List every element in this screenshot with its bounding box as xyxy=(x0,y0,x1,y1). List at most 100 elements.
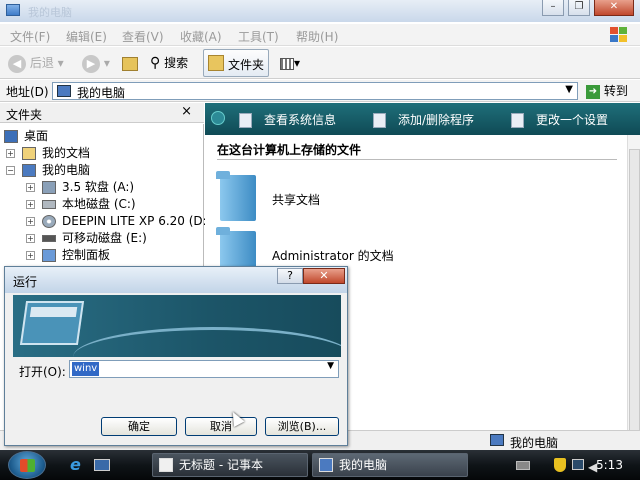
menu-favorites[interactable]: 收藏(A) xyxy=(180,28,222,45)
go-arrow-icon: ➜ xyxy=(586,84,600,99)
tree-item-cd-drive[interactable]: + DEEPIN LITE XP 6.20 (D: xyxy=(26,213,207,230)
section-title: 在这台计算机上存储的文件 xyxy=(217,143,362,157)
menu-file[interactable]: 文件(F) xyxy=(10,28,50,45)
tree-item-my-documents[interactable]: + 我的文档 xyxy=(6,145,90,162)
floppy-icon xyxy=(42,181,56,194)
task-label: 查看系统信息 xyxy=(264,113,337,127)
tree-label: 本地磁盘 (C:) xyxy=(62,197,136,211)
help-button[interactable]: ? xyxy=(277,268,303,284)
folders-pane-title: 文件夹 xyxy=(6,108,43,122)
folder-tree: 桌面 + 我的文档 − 我的电脑 + 3.5 软盘 (A:) + 本地磁盘 (C… xyxy=(0,124,207,270)
window-graphic-icon xyxy=(19,301,85,345)
back-button[interactable]: ◀ 后退 ▾ xyxy=(8,51,64,75)
tree-label: DEEPIN LITE XP 6.20 (D: xyxy=(62,214,207,228)
tree-item-local-disk[interactable]: + 本地磁盘 (C:) xyxy=(26,196,136,213)
task-toolbar: 查看系统信息 添加/删除程序 更改一个设置 xyxy=(205,103,640,135)
tree-item-control-panel[interactable]: + 控制面板 xyxy=(26,247,110,264)
folders-button[interactable]: 文件夹 xyxy=(203,49,269,77)
run-dialog-title: 运行 xyxy=(13,275,38,289)
dropdown-arrow-icon[interactable]: ▼ xyxy=(327,361,334,371)
taskbar-item-notepad[interactable]: 无标题 - 记事本 xyxy=(152,453,308,477)
folders-icon xyxy=(208,55,224,71)
clock[interactable]: 5:13 xyxy=(596,458,623,472)
address-dropdown-icon[interactable]: ▼ xyxy=(565,84,573,95)
show-desktop-icon[interactable] xyxy=(94,459,110,471)
up-folder-button[interactable] xyxy=(122,51,140,75)
go-button[interactable]: ➜ 转到 xyxy=(586,82,636,100)
view-system-info-link[interactable]: 查看系统信息 xyxy=(239,111,336,128)
maximize-button[interactable]: ❐ xyxy=(568,0,590,16)
control-panel-icon xyxy=(42,249,56,262)
computer-icon xyxy=(6,4,20,16)
menu-tools[interactable]: 工具(T) xyxy=(238,28,279,45)
menu-bar: 文件(F) 编辑(E) 查看(V) 收藏(A) 工具(T) 帮助(H) xyxy=(0,24,640,46)
scrollbar-thumb[interactable] xyxy=(629,149,640,449)
banner-swoosh xyxy=(73,327,341,357)
notepad-icon xyxy=(159,458,173,472)
forward-button[interactable]: ▶ ▾ xyxy=(82,51,110,75)
menu-view[interactable]: 查看(V) xyxy=(122,28,164,45)
views-dropdown-arrow: ▾ xyxy=(294,56,301,70)
toolbar: ◀ 后退 ▾ ▶ ▾ ⚲ 搜索 文件夹 ▾ xyxy=(0,47,640,79)
add-remove-programs-link[interactable]: 添加/删除程序 xyxy=(373,111,474,128)
tree-item-my-computer[interactable]: − 我的电脑 xyxy=(6,162,90,179)
run-dialog-titlebar[interactable]: 运行 ? ✕ xyxy=(5,267,347,293)
taskbar-item-label: 我的电脑 xyxy=(339,458,388,472)
run-banner-graphic xyxy=(13,295,341,357)
computer-icon xyxy=(490,434,504,446)
vertical-scrollbar[interactable] xyxy=(627,135,640,449)
tree-label: 桌面 xyxy=(24,129,49,143)
menu-edit[interactable]: 编辑(E) xyxy=(66,28,107,45)
expand-icon[interactable]: + xyxy=(6,149,15,158)
browse-button[interactable]: 浏览(B)... xyxy=(265,417,339,436)
up-folder-icon xyxy=(122,56,138,71)
address-bar: 地址(D) 我的电脑 ▼ ➜ 转到 xyxy=(0,80,640,102)
expand-icon[interactable]: + xyxy=(26,200,35,209)
network-icon[interactable] xyxy=(572,459,584,470)
tree-item-removable-disk[interactable]: + 可移动磁盘 (E:) xyxy=(26,230,147,247)
documents-folder-icon xyxy=(22,147,36,160)
taskbar: e 无标题 - 记事本 我的电脑 ◀ 5:13 xyxy=(0,450,640,480)
ok-button[interactable]: 确定 xyxy=(101,417,177,436)
folders-label: 文件夹 xyxy=(228,58,265,72)
desktop-icon xyxy=(4,130,18,143)
expand-icon[interactable]: + xyxy=(26,217,35,226)
taskbar-item-my-computer[interactable]: 我的电脑 xyxy=(312,453,468,477)
change-setting-link[interactable]: 更改一个设置 xyxy=(511,111,608,128)
security-shield-icon[interactable] xyxy=(554,458,566,472)
collapse-icon[interactable]: − xyxy=(6,166,15,175)
expand-icon[interactable]: + xyxy=(26,251,35,260)
dialog-close-button[interactable]: ✕ xyxy=(303,268,345,284)
window-titlebar[interactable]: 我的电脑 – ❐ ✕ xyxy=(0,0,640,22)
tree-item-desktop[interactable]: 桌面 xyxy=(4,128,48,145)
folder-item-shared-documents[interactable]: 共享文档 xyxy=(216,171,520,225)
keyboard-icon[interactable] xyxy=(516,461,530,470)
internet-explorer-icon[interactable]: e xyxy=(70,457,86,473)
close-button[interactable]: ✕ xyxy=(594,0,634,16)
task-toggle-icon[interactable] xyxy=(211,111,225,125)
expand-icon[interactable]: + xyxy=(26,183,35,192)
search-label: 搜索 xyxy=(164,56,189,70)
search-button[interactable]: ⚲ 搜索 xyxy=(150,51,188,75)
address-input[interactable]: 我的电脑 ▼ xyxy=(52,82,578,100)
programs-icon xyxy=(373,113,386,128)
minimize-button[interactable]: – xyxy=(542,0,564,16)
folder-label: Administrator 的文档 xyxy=(272,249,394,263)
menu-help[interactable]: 帮助(H) xyxy=(296,28,338,45)
window-title: 我的电脑 xyxy=(28,6,72,19)
run-command-input[interactable]: winv ▼ xyxy=(69,360,339,378)
go-label: 转到 xyxy=(603,84,628,98)
task-label: 更改一个设置 xyxy=(536,113,609,127)
settings-icon xyxy=(511,113,524,128)
expand-icon[interactable]: + xyxy=(26,234,35,243)
taskbar-item-label: 无标题 - 记事本 xyxy=(179,458,263,472)
computer-icon xyxy=(319,458,333,472)
removable-disk-icon xyxy=(42,235,56,242)
search-icon: ⚲ xyxy=(150,55,161,71)
start-button[interactable] xyxy=(8,451,46,479)
status-location: 我的电脑 xyxy=(510,436,559,450)
cancel-button[interactable]: 取消 xyxy=(185,417,257,436)
close-pane-icon[interactable]: × xyxy=(181,104,192,119)
tree-item-floppy[interactable]: + 3.5 软盘 (A:) xyxy=(26,179,134,196)
views-button[interactable]: ▾ xyxy=(280,51,300,75)
